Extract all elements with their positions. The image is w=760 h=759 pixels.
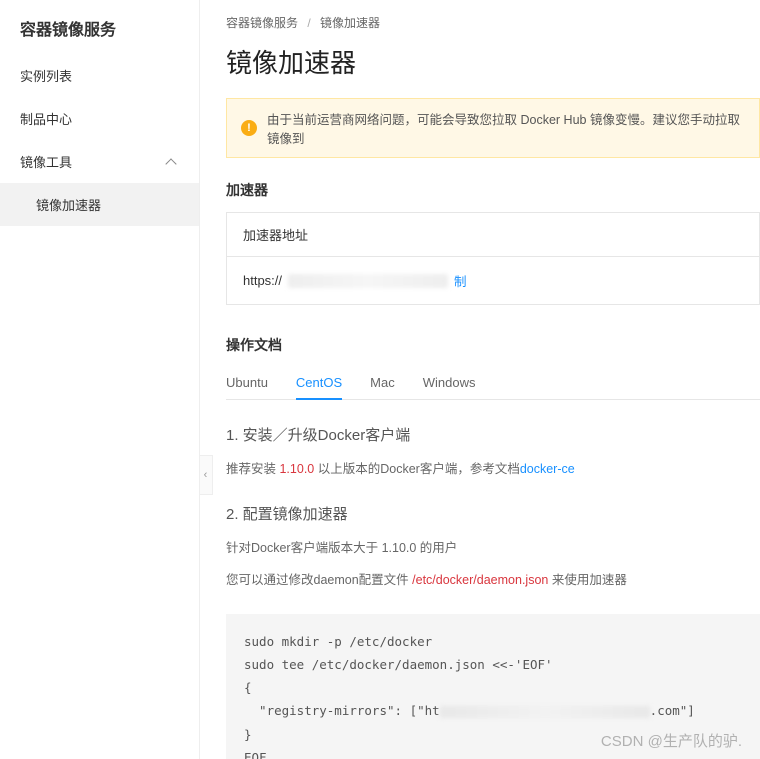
address-header: 加速器地址 [227,213,759,257]
sidebar-item-label: 制品中心 [20,109,72,128]
accelerator-section-label: 加速器 [226,180,760,200]
sidebar-item-label: 镜像加速器 [36,198,101,213]
sidebar-collapse-handle[interactable]: ‹ [200,455,213,495]
step1-heading: 1. 安装／升级Docker客户端 [226,424,760,445]
breadcrumb: 容器镜像服务 / 镜像加速器 [226,14,760,31]
accelerator-address-box: 加速器地址 https:// 制 [226,212,760,305]
address-redacted [288,274,448,288]
step2-line1: 针对Docker客户端版本大于 1.10.0 的用户 [226,538,760,558]
breadcrumb-separator: / [307,16,310,30]
tab-windows[interactable]: Windows [423,367,476,400]
chevron-up-icon [167,156,179,168]
sidebar-item-tools[interactable]: 镜像工具 [0,140,199,183]
alert-text: 由于当前运营商网络问题，可能会导致您拉取 Docker Hub 镜像变慢。建议您… [267,109,745,147]
alert-banner: ! 由于当前运营商网络问题，可能会导致您拉取 Docker Hub 镜像变慢。建… [226,98,760,158]
address-prefix: https:// [243,273,282,288]
tab-ubuntu[interactable]: Ubuntu [226,367,268,400]
tab-centos[interactable]: CentOS [296,367,342,400]
sidebar-item-products[interactable]: 制品中心 [0,97,199,140]
docs-tabs: Ubuntu CentOS Mac Windows [226,367,760,400]
config-path: /etc/docker/daemon.json [412,573,548,587]
sidebar-item-label: 实例列表 [20,66,72,85]
sidebar-item-instances[interactable]: 实例列表 [0,54,199,97]
version-highlight: 1.10.0 [279,462,314,476]
chevron-left-icon: ‹ [204,469,208,481]
docker-ce-link[interactable]: docker-ce [520,462,575,476]
main-content: ‹ 容器镜像服务 / 镜像加速器 镜像加速器 ! 由于当前运营商网络问题，可能会… [200,0,760,759]
step1-text: 推荐安装 1.10.0 以上版本的Docker客户端，参考文档docker-ce [226,459,760,479]
sidebar-item-label: 镜像工具 [20,152,72,171]
sidebar-title: 容器镜像服务 [0,0,199,54]
tab-mac[interactable]: Mac [370,367,395,400]
address-value-row: https:// 制 [227,257,759,304]
mirror-url-redacted [440,706,650,718]
step2-heading: 2. 配置镜像加速器 [226,503,760,524]
step2-line2: 您可以通过修改daemon配置文件 /etc/docker/daemon.jso… [226,570,760,590]
sidebar-subitem-accelerator[interactable]: 镜像加速器 [0,183,199,226]
copy-button[interactable]: 制 [454,271,467,290]
docs-section-label: 操作文档 [226,335,760,355]
page-title: 镜像加速器 [226,43,760,80]
sidebar: 容器镜像服务 实例列表 制品中心 镜像工具 镜像加速器 [0,0,200,759]
breadcrumb-parent[interactable]: 容器镜像服务 [226,16,298,30]
code-block[interactable]: sudo mkdir -p /etc/docker sudo tee /etc/… [226,614,760,759]
breadcrumb-current: 镜像加速器 [320,16,380,30]
warning-icon: ! [241,120,257,136]
